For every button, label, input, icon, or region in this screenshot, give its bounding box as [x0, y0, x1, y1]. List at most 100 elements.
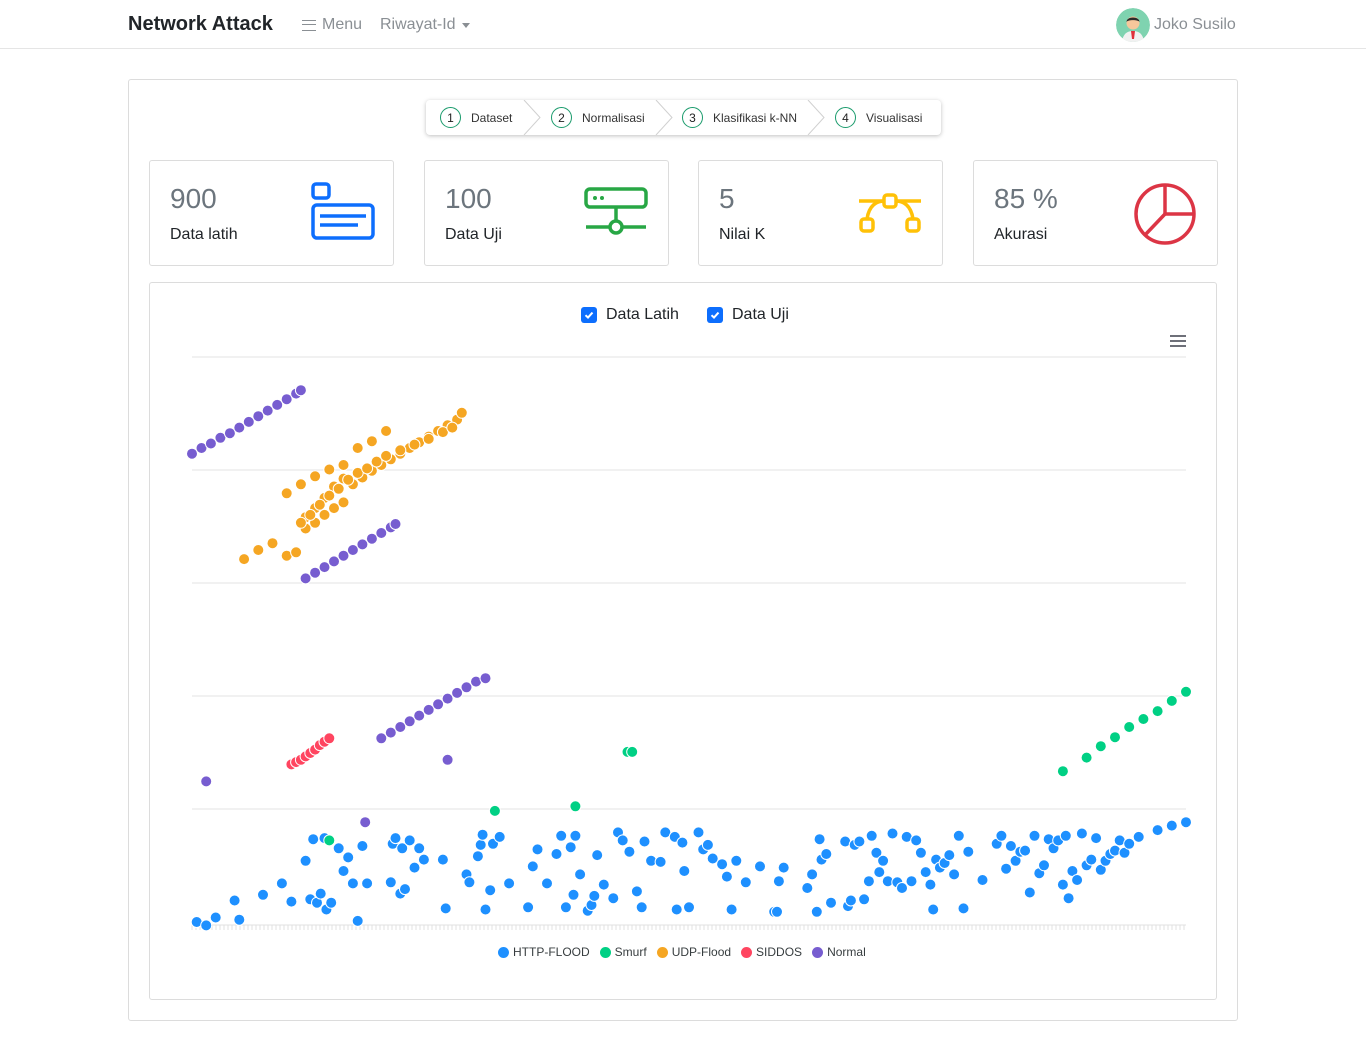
- data-point-http-flood[interactable]: [403, 834, 416, 847]
- data-point-udp-flood[interactable]: [361, 462, 374, 475]
- data-point-http-flood[interactable]: [630, 885, 643, 898]
- checkbox-checked-icon[interactable]: [581, 307, 597, 323]
- data-point-http-flood[interactable]: [1075, 827, 1088, 840]
- data-point-http-flood[interactable]: [209, 911, 222, 924]
- data-point-smurf[interactable]: [1137, 713, 1150, 725]
- data-point-http-flood[interactable]: [299, 854, 312, 867]
- data-point-http-flood[interactable]: [771, 905, 783, 918]
- data-point-udp-flood[interactable]: [323, 489, 336, 502]
- data-point-http-flood[interactable]: [200, 919, 213, 932]
- legend-item-http-flood[interactable]: HTTP-FLOOD: [498, 945, 590, 959]
- data-point-normal[interactable]: [479, 672, 492, 685]
- data-point-http-flood[interactable]: [1071, 874, 1084, 886]
- legend-item-normal[interactable]: Normal: [812, 945, 866, 959]
- data-point-udp-flood[interactable]: [313, 498, 326, 511]
- data-point-http-flood[interactable]: [1123, 837, 1136, 850]
- data-point-udp-flood[interactable]: [294, 516, 307, 529]
- legend-item-siddos[interactable]: SIDDOS: [741, 945, 802, 959]
- legend-item-udp-flood[interactable]: UDP-Flood: [656, 945, 731, 959]
- data-point-udp-flood[interactable]: [309, 470, 322, 483]
- data-point-http-flood[interactable]: [436, 853, 449, 866]
- data-point-http-flood[interactable]: [522, 901, 535, 914]
- data-point-http-flood[interactable]: [1151, 824, 1164, 837]
- data-point-normal[interactable]: [200, 775, 213, 788]
- data-point-http-flood[interactable]: [896, 882, 908, 894]
- data-point-http-flood[interactable]: [346, 877, 359, 890]
- data-point-http-flood[interactable]: [670, 903, 683, 916]
- data-point-smurf[interactable]: [1123, 721, 1136, 733]
- data-point-udp-flood[interactable]: [280, 487, 293, 500]
- data-point-http-flood[interactable]: [439, 902, 452, 915]
- data-point-http-flood[interactable]: [531, 843, 544, 856]
- data-point-udp-flood[interactable]: [337, 496, 350, 509]
- data-point-http-flood[interactable]: [616, 834, 629, 847]
- data-point-http-flood[interactable]: [772, 875, 785, 888]
- data-point-http-flood[interactable]: [503, 877, 516, 890]
- data-point-http-flood[interactable]: [417, 853, 430, 866]
- step-normalisasi[interactable]: 2 Normalisasi: [551, 100, 645, 135]
- data-point-http-flood[interactable]: [716, 858, 729, 871]
- data-point-http-flood[interactable]: [853, 835, 866, 848]
- data-point-http-flood[interactable]: [389, 832, 402, 845]
- data-point-http-flood[interactable]: [919, 866, 932, 879]
- data-point-smurf[interactable]: [1056, 765, 1069, 778]
- data-point-http-flood[interactable]: [559, 901, 572, 914]
- data-point-http-flood[interactable]: [337, 865, 350, 877]
- data-point-http-flood[interactable]: [905, 875, 918, 888]
- data-point-http-flood[interactable]: [720, 870, 733, 883]
- data-point-http-flood[interactable]: [943, 849, 956, 862]
- data-point-udp-flood[interactable]: [380, 449, 393, 462]
- data-point-http-flood[interactable]: [962, 845, 975, 858]
- data-point-http-flood[interactable]: [862, 875, 875, 888]
- data-point-http-flood[interactable]: [228, 894, 241, 907]
- data-point-udp-flood[interactable]: [266, 537, 279, 550]
- data-point-udp-flood[interactable]: [365, 435, 378, 448]
- data-point-udp-flood[interactable]: [380, 425, 393, 437]
- data-point-http-flood[interactable]: [676, 836, 689, 849]
- data-point-http-flood[interactable]: [957, 902, 970, 915]
- data-point-udp-flood[interactable]: [422, 432, 435, 445]
- data-point-udp-flood[interactable]: [446, 421, 459, 434]
- data-point-smurf[interactable]: [1151, 705, 1164, 718]
- data-point-http-flood[interactable]: [877, 854, 890, 867]
- data-point-http-flood[interactable]: [1056, 878, 1069, 891]
- data-point-smurf[interactable]: [488, 804, 501, 817]
- data-point-http-flood[interactable]: [257, 888, 269, 901]
- data-point-http-flood[interactable]: [910, 834, 923, 847]
- data-point-http-flood[interactable]: [325, 896, 338, 909]
- data-point-normal[interactable]: [389, 518, 402, 530]
- data-point-http-flood[interactable]: [623, 845, 636, 858]
- data-point-http-flood[interactable]: [858, 893, 871, 906]
- data-point-http-flood[interactable]: [777, 861, 790, 874]
- data-point-http-flood[interactable]: [1028, 829, 1041, 842]
- data-point-http-flood[interactable]: [588, 889, 601, 902]
- data-point-http-flood[interactable]: [493, 830, 506, 843]
- data-point-http-flood[interactable]: [474, 838, 487, 851]
- data-point-http-flood[interactable]: [927, 903, 940, 916]
- data-point-http-flood[interactable]: [307, 833, 320, 846]
- brand-title[interactable]: Network Attack: [128, 13, 273, 36]
- data-point-http-flood[interactable]: [484, 884, 497, 897]
- data-point-http-flood[interactable]: [1019, 844, 1032, 857]
- data-point-http-flood[interactable]: [1085, 853, 1098, 866]
- data-point-udp-flood[interactable]: [238, 553, 251, 566]
- data-point-http-flood[interactable]: [678, 865, 691, 877]
- data-point-http-flood[interactable]: [574, 868, 587, 881]
- data-point-http-flood[interactable]: [801, 882, 814, 894]
- data-point-http-flood[interactable]: [820, 848, 833, 860]
- user-menu[interactable]: Joko Susilo: [1116, 8, 1236, 42]
- data-point-udp-flood[interactable]: [294, 478, 307, 491]
- data-point-smurf[interactable]: [323, 834, 336, 847]
- data-point-http-flood[interactable]: [413, 842, 426, 855]
- data-point-udp-flood[interactable]: [408, 438, 421, 451]
- data-point-http-flood[interactable]: [1059, 829, 1072, 842]
- data-point-udp-flood[interactable]: [323, 463, 336, 476]
- data-point-http-flood[interactable]: [976, 874, 989, 886]
- data-point-http-flood[interactable]: [995, 829, 1008, 842]
- data-point-http-flood[interactable]: [914, 846, 927, 859]
- data-point-smurf[interactable]: [1165, 694, 1178, 707]
- checkbox-checked-icon[interactable]: [707, 307, 723, 323]
- data-point-normal[interactable]: [294, 384, 307, 397]
- data-point-http-flood[interactable]: [332, 842, 345, 855]
- data-point-smurf[interactable]: [1109, 731, 1121, 744]
